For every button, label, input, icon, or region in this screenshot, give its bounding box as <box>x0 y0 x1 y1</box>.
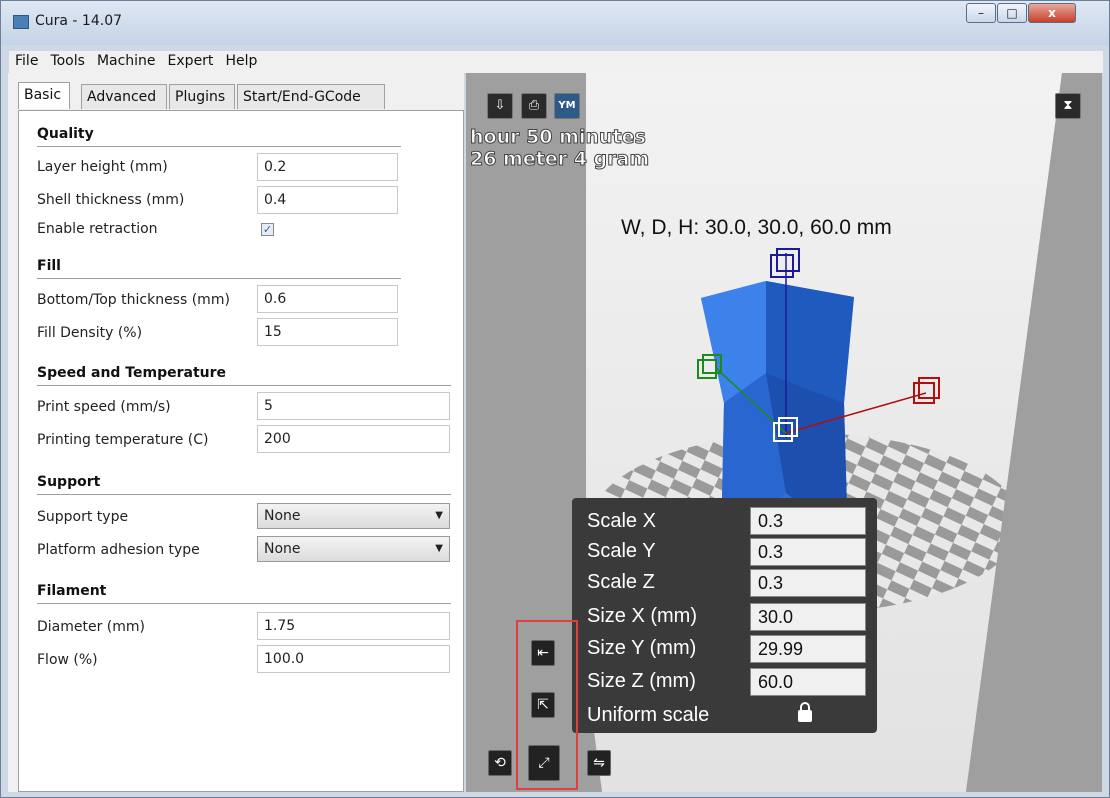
scale-max-icon[interactable]: ⇱ <box>531 692 555 718</box>
rotate-tool-icon[interactable]: ⟲ <box>488 750 512 776</box>
menu-help[interactable]: Help <box>219 51 263 69</box>
fill-density-label: Fill Density (%) <box>37 325 143 341</box>
uniform-scale-label: Uniform scale <box>587 704 710 726</box>
speed-heading: Speed and Temperature <box>37 365 226 381</box>
quality-heading: Quality <box>37 126 94 142</box>
bottom-top-input[interactable]: 0.6 <box>257 285 398 313</box>
section-divider <box>37 146 401 147</box>
fill-density-input[interactable]: 15 <box>257 318 398 346</box>
size-x-input[interactable]: 30.0 <box>750 603 866 631</box>
retraction-checkbox[interactable]: ✓ <box>261 223 274 236</box>
fill-heading: Fill <box>37 258 61 274</box>
temperature-input[interactable]: 200 <box>257 425 450 453</box>
scale-x-input[interactable]: 0.3 <box>750 507 866 535</box>
scale-x-label: Scale X <box>587 510 656 532</box>
filament-heading: Filament <box>37 583 107 599</box>
section-divider <box>37 603 451 604</box>
reset-scale-icon[interactable]: ⇤ <box>531 640 555 666</box>
menu-bar: File Tools Machine Expert Help <box>9 51 1103 73</box>
support-heading: Support <box>37 474 101 490</box>
layer-height-label: Layer height (mm) <box>37 159 168 175</box>
tab-plugins[interactable]: Plugins <box>169 84 235 109</box>
tab-advanced[interactable]: Advanced <box>81 84 167 109</box>
close-button[interactable]: x <box>1028 3 1076 23</box>
section-divider <box>37 385 451 386</box>
view-mode-icon[interactable]: ⧗ <box>1055 93 1081 119</box>
size-z-input[interactable]: 60.0 <box>750 668 866 696</box>
size-z-label: Size Z (mm) <box>587 670 696 692</box>
support-type-value: None <box>264 508 301 524</box>
scale-z-input[interactable]: 0.3 <box>750 569 866 597</box>
print-speed-input[interactable]: 5 <box>257 392 450 420</box>
app-icon <box>13 15 29 29</box>
section-divider <box>37 278 401 279</box>
scale-z-label: Scale Z <box>587 571 655 593</box>
filament-usage: 26 meter 4 gram <box>469 148 650 171</box>
menu-file[interactable]: File <box>9 51 44 69</box>
shell-thickness-label: Shell thickness (mm) <box>37 192 185 208</box>
scale-tool-icon[interactable]: ⤢ <box>528 745 560 781</box>
title-bar: Cura - 14.07 – □ x <box>1 1 1109 45</box>
diameter-label: Diameter (mm) <box>37 619 146 635</box>
mirror-tool-icon[interactable]: ⇋ <box>587 750 611 776</box>
load-model-icon[interactable]: ⇩ <box>487 93 513 119</box>
tab-basic[interactable]: Basic <box>18 82 70 109</box>
menu-machine[interactable]: Machine <box>91 51 162 69</box>
adhesion-label: Platform adhesion type <box>37 542 200 558</box>
size-x-label: Size X (mm) <box>587 605 697 627</box>
menu-expert[interactable]: Expert <box>162 51 220 69</box>
window-title: Cura - 14.07 <box>35 13 123 29</box>
section-divider <box>37 494 451 495</box>
temperature-label: Printing temperature (C) <box>37 432 209 448</box>
save-gcode-icon[interactable]: ⎙ <box>521 93 547 119</box>
size-y-input[interactable]: 29.99 <box>750 635 866 663</box>
print-speed-label: Print speed (mm/s) <box>37 399 171 415</box>
shell-thickness-input[interactable]: 0.4 <box>257 186 398 214</box>
chevron-down-icon: ▼ <box>435 510 443 521</box>
support-type-select[interactable]: None ▼ <box>257 503 450 529</box>
print-time: hour 50 minutes <box>470 126 647 149</box>
scale-y-label: Scale Y <box>587 540 656 562</box>
maximize-button[interactable]: □ <box>997 3 1027 23</box>
adhesion-value: None <box>264 541 301 557</box>
size-y-label: Size Y (mm) <box>587 637 697 659</box>
model-dimensions: W, D, H: 30.0, 30.0, 60.0 mm <box>621 216 892 239</box>
support-type-label: Support type <box>37 509 129 525</box>
scale-y-input[interactable]: 0.3 <box>750 538 866 566</box>
flow-label: Flow (%) <box>37 652 98 668</box>
tab-start-end-gcode[interactable]: Start/End-GCode <box>237 84 385 109</box>
adhesion-select[interactable]: None ▼ <box>257 536 450 562</box>
bottom-top-label: Bottom/Top thickness (mm) <box>37 292 230 308</box>
menu-tools[interactable]: Tools <box>44 51 91 69</box>
youmagine-icon[interactable]: YM <box>554 93 580 119</box>
retraction-label: Enable retraction <box>37 221 158 237</box>
layer-height-input[interactable]: 0.2 <box>257 153 398 181</box>
diameter-input[interactable]: 1.75 <box>257 612 450 640</box>
minimize-button[interactable]: – <box>966 3 996 23</box>
lock-icon[interactable] <box>798 702 812 722</box>
chevron-down-icon: ▼ <box>435 543 443 554</box>
flow-input[interactable]: 100.0 <box>257 645 450 673</box>
